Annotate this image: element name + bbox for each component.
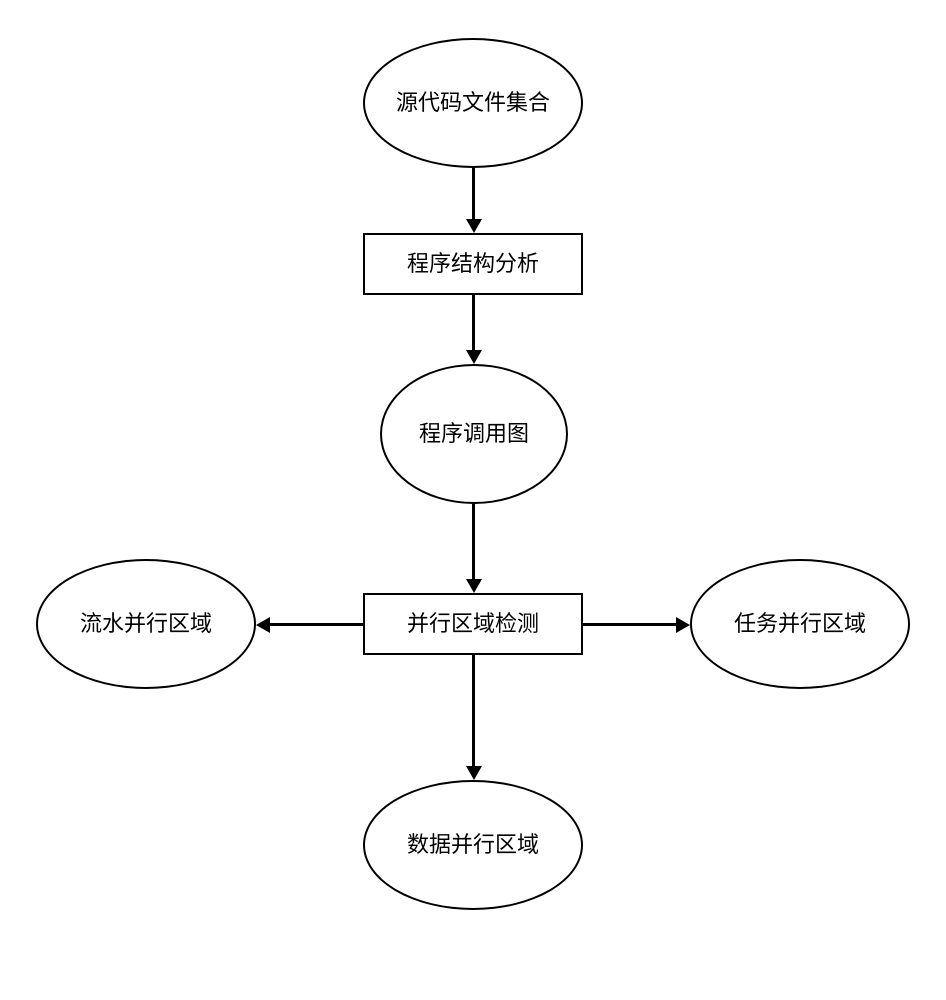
task-parallel-node: 任务并行区域 [690,559,910,689]
task-parallel-label: 任务并行区域 [734,611,866,637]
call-graph-label: 程序调用图 [419,421,529,447]
call-graph-node: 程序调用图 [380,364,568,504]
data-parallel-node: 数据并行区域 [363,780,583,910]
pipeline-parallel-node: 流水并行区域 [36,559,256,689]
source-code-label: 源代码文件集合 [396,90,550,116]
data-parallel-label: 数据并行区域 [407,832,539,858]
source-code-node: 源代码文件集合 [363,38,583,168]
parallel-detection-label: 并行区域检测 [407,611,539,637]
pipeline-parallel-label: 流水并行区域 [80,611,212,637]
program-analysis-label: 程序结构分析 [407,251,539,277]
parallel-detection-node: 并行区域检测 [363,593,583,655]
program-analysis-node: 程序结构分析 [363,233,583,295]
